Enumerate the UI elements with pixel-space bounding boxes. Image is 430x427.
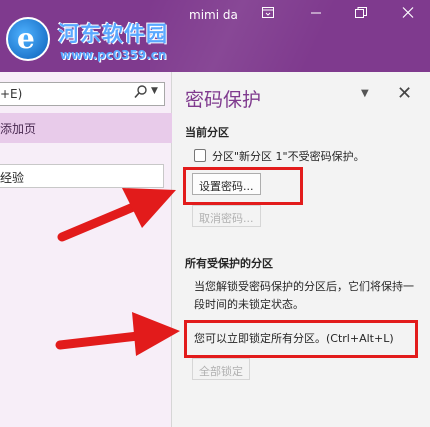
annotation-arrows — [55, 188, 180, 356]
arrow-to-lock-all — [55, 312, 180, 356]
arrow-to-set-password — [57, 188, 176, 242]
